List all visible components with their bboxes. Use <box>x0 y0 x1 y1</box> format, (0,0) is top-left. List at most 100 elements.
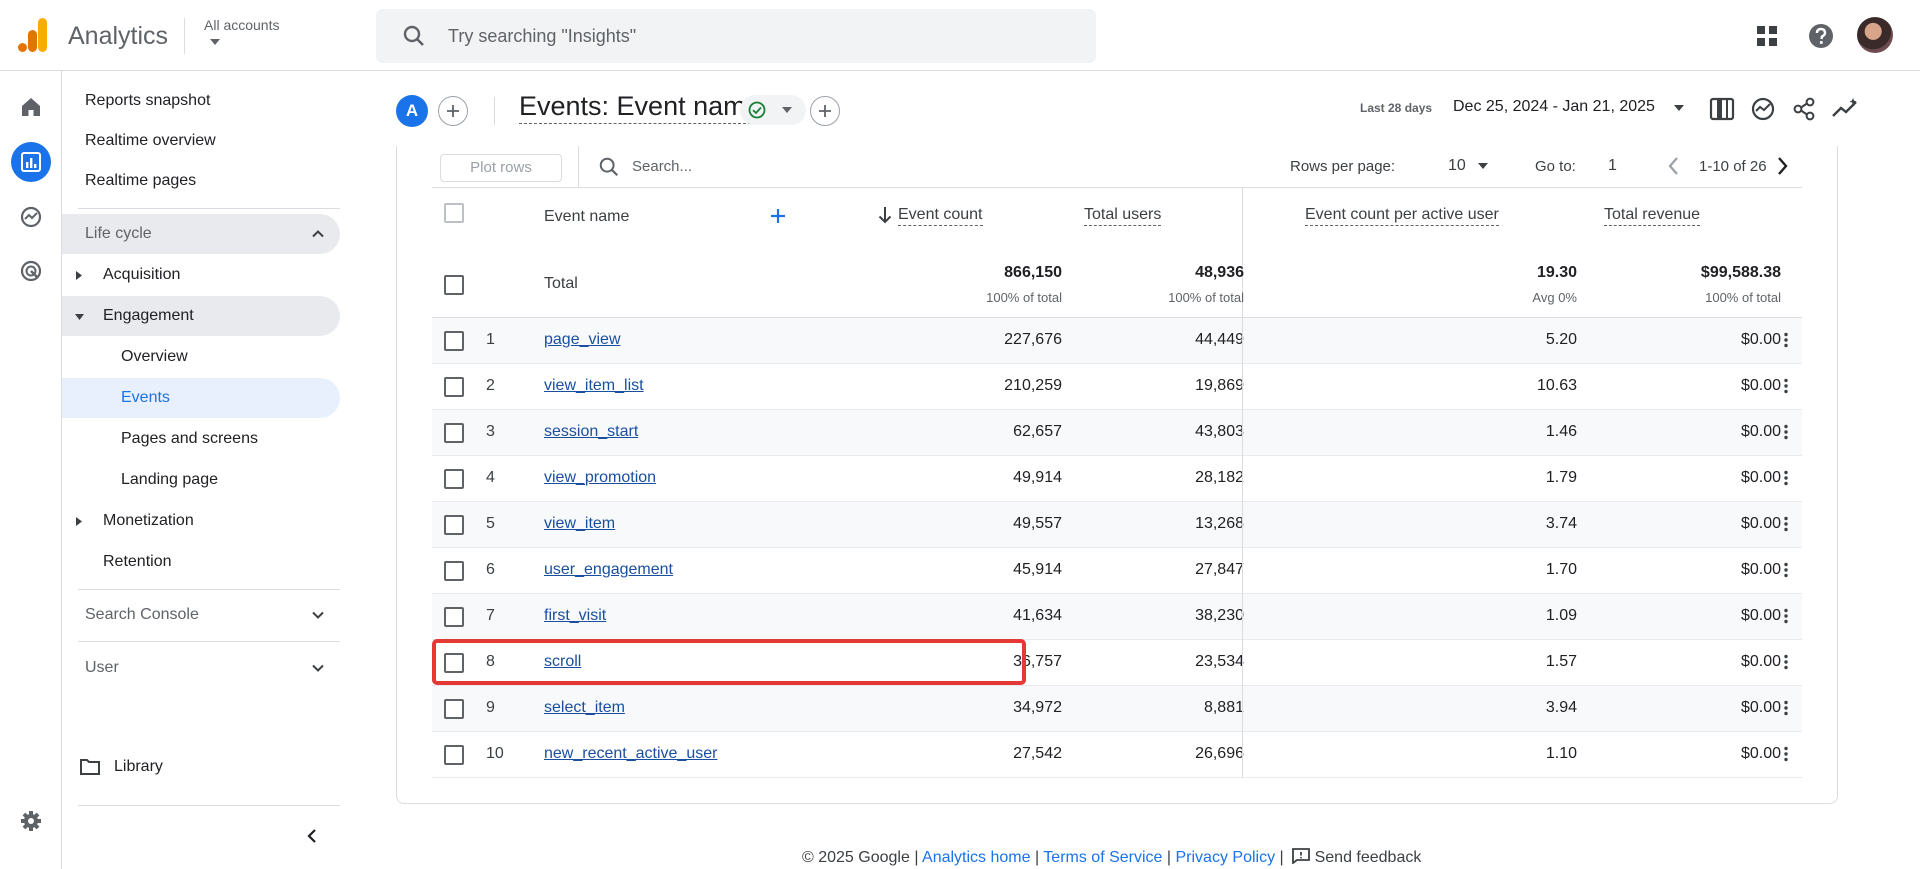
nav-item-realtime-pages[interactable]: Realtime pages <box>62 161 340 201</box>
more-vert-icon[interactable] <box>1776 698 1796 718</box>
analytics-logo-icon[interactable] <box>18 18 48 52</box>
row-checkbox[interactable] <box>444 423 464 443</box>
collapse-nav-button[interactable] <box>292 816 332 856</box>
table-row[interactable]: 5 view_item 49,557 13,268 3.74 $0.00 <box>432 502 1802 548</box>
add-comparison-button[interactable] <box>438 96 468 126</box>
nav-item-monetization[interactable]: Monetization <box>62 501 340 541</box>
event-name-link[interactable]: page_view <box>544 331 621 349</box>
insights-icon[interactable] <box>1749 95 1777 123</box>
caret-down-icon[interactable] <box>209 38 221 46</box>
search-bar[interactable]: Try searching "Insights" <box>376 9 1096 63</box>
terms-link[interactable]: Terms of Service <box>1043 849 1162 866</box>
goto-page-input[interactable]: 1 <box>1608 157 1617 175</box>
rows-per-page-select[interactable]: 10 <box>1448 157 1466 175</box>
more-vert-icon[interactable] <box>1776 514 1796 534</box>
chevron-left-icon[interactable] <box>1664 155 1684 177</box>
more-vert-icon[interactable] <box>1776 422 1796 442</box>
more-vert-icon[interactable] <box>1776 376 1796 396</box>
row-checkbox[interactable] <box>444 607 464 627</box>
more-vert-icon[interactable] <box>1776 468 1796 488</box>
row-checkbox[interactable] <box>444 331 464 351</box>
apps-grid-icon[interactable] <box>1751 20 1783 52</box>
plot-rows-button[interactable]: Plot rows <box>440 154 562 182</box>
table-row[interactable]: 6 user_engagement 45,914 27,847 1.70 $0.00 <box>432 548 1802 594</box>
more-vert-icon[interactable] <box>1776 652 1796 672</box>
row-checkbox[interactable] <box>444 469 464 489</box>
feedback-icon[interactable] <box>1292 848 1311 864</box>
total-row-checkbox[interactable] <box>444 275 464 295</box>
row-checkbox[interactable] <box>444 745 464 765</box>
column-header-total-revenue[interactable]: Total revenue <box>1604 206 1701 226</box>
more-vert-icon[interactable] <box>1776 560 1796 580</box>
row-checkbox[interactable] <box>444 699 464 719</box>
row-checkbox[interactable] <box>444 377 464 397</box>
table-row[interactable]: 4 view_promotion 49,914 28,182 1.79 $0.00 <box>432 456 1802 502</box>
privacy-link[interactable]: Privacy Policy <box>1176 849 1276 866</box>
comparison-badge[interactable]: A <box>396 95 428 127</box>
table-row[interactable]: 10 new_recent_active_user 27,542 26,696 1.10… <box>432 732 1802 778</box>
divider <box>578 146 579 188</box>
add-dimension-plus-icon[interactable] <box>770 208 786 224</box>
event-name-link[interactable]: user_engagement <box>544 561 673 579</box>
nav-item-retention[interactable]: Retention <box>62 542 340 582</box>
nav-item-overview[interactable]: Overview <box>62 337 340 377</box>
trending-icon[interactable] <box>1831 95 1859 123</box>
nav-section-search-console[interactable]: Search Console <box>62 595 340 635</box>
table-row[interactable]: 9 select_item 34,972 8,881 3.94 $0.00 <box>432 686 1802 732</box>
avatar[interactable] <box>1857 17 1893 53</box>
customize-report-icon[interactable] <box>1708 95 1736 123</box>
advertising-icon[interactable] <box>11 251 51 291</box>
table-row[interactable]: 1 page_view 227,676 44,449 5.20 $0.00 <box>432 318 1802 364</box>
nav-item-acquisition[interactable]: Acquisition <box>62 255 340 295</box>
settings-gear-icon[interactable] <box>11 801 51 841</box>
reports-icon[interactable] <box>11 142 51 182</box>
more-vert-icon[interactable] <box>1776 744 1796 764</box>
nav-item-reports-snapshot[interactable]: Reports snapshot <box>62 81 340 121</box>
explore-icon[interactable] <box>11 197 51 237</box>
account-selector-label[interactable]: All accounts <box>204 17 279 33</box>
select-all-checkbox[interactable] <box>444 203 464 223</box>
revenue-cell: $0.00 <box>1740 653 1781 670</box>
nav-section-life-cycle[interactable]: Life cycle <box>62 214 340 254</box>
analytics-home-link[interactable]: Analytics home <box>922 849 1031 866</box>
table-search-input[interactable]: Search... <box>632 158 692 175</box>
app-title[interactable]: Analytics <box>68 22 168 51</box>
chevron-right-icon[interactable] <box>1772 155 1792 177</box>
home-icon[interactable] <box>11 87 51 127</box>
column-header-total-users[interactable]: Total users <box>1084 206 1162 226</box>
event-name-link[interactable]: view_item <box>544 515 615 533</box>
caret-down-icon[interactable] <box>1674 105 1684 111</box>
share-icon[interactable] <box>1790 95 1818 123</box>
nav-item-events[interactable]: Events <box>62 378 340 418</box>
nav-item-pages-and-screens[interactable]: Pages and screens <box>62 419 340 459</box>
nav-section-user[interactable]: User <box>62 648 340 688</box>
event-name-link[interactable]: new_recent_active_user <box>544 745 717 763</box>
event-name-link[interactable]: view_promotion <box>544 469 656 487</box>
more-vert-icon[interactable] <box>1776 606 1796 626</box>
add-filter-button[interactable] <box>810 96 840 126</box>
report-status-menu[interactable] <box>740 95 806 125</box>
send-feedback-link[interactable]: Send feedback <box>1315 849 1422 866</box>
table-row[interactable]: 2 view_item_list 210,259 19,869 10.63 $0.00 <box>432 364 1802 410</box>
row-checkbox[interactable] <box>444 561 464 581</box>
table-row[interactable]: 7 first_visit 41,634 38,230 1.09 $0.00 <box>432 594 1802 640</box>
nav-item-library[interactable]: Library <box>62 747 340 787</box>
more-vert-icon[interactable] <box>1776 330 1796 350</box>
help-icon[interactable] <box>1805 20 1837 52</box>
column-header-event-count[interactable]: Event count <box>898 206 983 226</box>
column-header-event-name[interactable]: Event name <box>544 208 629 226</box>
nav-item-landing-page[interactable]: Landing page <box>62 460 340 500</box>
date-range-selector[interactable]: Dec 25, 2024 - Jan 21, 2025 <box>1453 98 1655 116</box>
sort-arrow-down-icon[interactable] <box>878 206 892 224</box>
event-name-link[interactable]: session_start <box>544 423 638 441</box>
nav-item-realtime-overview[interactable]: Realtime overview <box>62 121 340 161</box>
event-name-link[interactable]: first_visit <box>544 607 606 625</box>
row-checkbox[interactable] <box>444 515 464 535</box>
table-row[interactable]: 3 session_start 62,657 43,803 1.46 $0.00 <box>432 410 1802 456</box>
column-header-event-count-per-active-user[interactable]: Event count per active user <box>1305 206 1499 226</box>
per-user-cell: 1.57 <box>1545 653 1577 670</box>
caret-down-icon[interactable] <box>1478 163 1488 169</box>
event-name-link[interactable]: select_item <box>544 699 625 717</box>
nav-item-engagement[interactable]: Engagement <box>62 296 340 336</box>
event-name-link[interactable]: view_item_list <box>544 377 644 395</box>
